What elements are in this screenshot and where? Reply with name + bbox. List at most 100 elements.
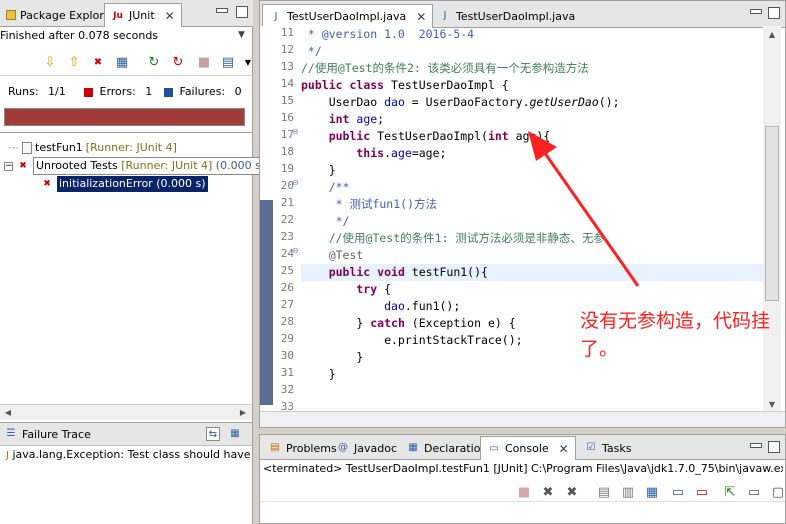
code-line: e.printStackTrace();: [301, 333, 523, 347]
close-icon[interactable]: ✕: [416, 10, 426, 24]
tab-tasks[interactable]: ☑ Tasks: [578, 436, 637, 460]
tree-horizontal-scrollbar[interactable]: ◀ ▶: [0, 404, 252, 420]
tab-label: Tasks: [602, 441, 632, 455]
code-line: /**: [301, 180, 350, 194]
previous-failure-icon[interactable]: ⇧: [66, 54, 82, 70]
junit-toolbar: ⇩ ⇧ ✖ ▦ ↻ ↻ ■ ▤ ▼: [0, 48, 252, 76]
scroll-lock-icon[interactable]: ▥: [620, 484, 636, 500]
tab-package-explorer[interactable]: Package Explorer: [0, 3, 121, 27]
tree-item-initialization-error[interactable]: ✖ initializationError (0.000 s): [40, 176, 208, 192]
line-number: 21: [280, 196, 294, 209]
maximize-icon[interactable]: [768, 7, 780, 19]
maximize-icon[interactable]: [236, 6, 248, 18]
runs-counter: Runs: 1/1: [8, 85, 66, 98]
fold-icon[interactable]: ⊖: [292, 127, 300, 136]
collapse-icon[interactable]: −: [4, 161, 13, 171]
minimize-icon[interactable]: [750, 443, 762, 448]
scroll-right-icon[interactable]: ▶: [236, 406, 250, 420]
editor-tab-active[interactable]: J TestUserDaoImpl.java ✕: [262, 4, 434, 28]
scroll-lock-icon[interactable]: ▦: [114, 54, 130, 70]
remove-all-terminated-icon[interactable]: ✖: [564, 484, 580, 500]
java-file-icon: J: [274, 10, 278, 22]
tree-item-runner: [Runner: JUnit 4]: [121, 159, 213, 172]
show-error-icon[interactable]: ▭: [694, 484, 710, 500]
tree-item-label: initializationError (0.000 s): [57, 176, 208, 192]
junit-counters: Runs: 1/1 Errors: 1 Failures: 0: [0, 80, 252, 102]
javadoc-icon: @: [338, 442, 348, 453]
quick-diff-ruler: [260, 200, 273, 405]
scroll-down-icon[interactable]: ▼: [765, 398, 779, 412]
code-line: public TestUserDaoImpl(int age){: [301, 129, 551, 143]
minimize-icon[interactable]: [216, 8, 228, 13]
console-icon: ▭: [489, 442, 499, 454]
errors-value: 1: [145, 85, 153, 98]
code-line: UserDao dao = UserDaoFactory.getUserDao(…: [301, 95, 620, 109]
code-line: public class TestUserDaoImpl {: [301, 78, 509, 92]
errors-counter: Errors: 1: [84, 85, 152, 98]
code-line: }: [301, 367, 336, 381]
rerun-test-icon[interactable]: ↻: [146, 54, 162, 70]
code-line: */: [301, 214, 350, 228]
console-tabbar: ▤ Problems @ Javadoc ▦ Declaration ▭ Con…: [260, 435, 785, 460]
console-toolbar: ■ ✖ ✖ ▤ ▥ ▦ ▭ ▭ ⇱ ▭ ▢: [260, 478, 785, 502]
tree-item-testfun1[interactable]: ⋯ testFun1 [Runner: JUnit 4]: [8, 140, 177, 156]
tab-label: TestUserDaoImpl.java: [456, 9, 576, 23]
package-explorer-icon: [6, 10, 16, 20]
junit-status-text: Finished after 0.078 seconds: [0, 29, 159, 42]
test-run-history-icon[interactable]: ▤: [220, 54, 236, 70]
rerun-failed-first-icon[interactable]: ↻: [170, 54, 186, 70]
line-number: 29: [280, 332, 294, 345]
show-failures-only-icon[interactable]: ✖: [90, 54, 106, 70]
tab-junit[interactable]: Ju JUnit ✕: [104, 3, 182, 27]
maximize-icon[interactable]: [768, 441, 780, 453]
error-icon: [84, 87, 93, 97]
editor-tab-inactive[interactable]: J TestUserDaoImpl.java: [432, 4, 581, 28]
scroll-up-icon[interactable]: ▲: [765, 28, 779, 42]
line-number: 28: [280, 315, 294, 328]
line-number: 22: [280, 213, 294, 226]
next-failure-icon[interactable]: ⇩: [42, 54, 58, 70]
pin-console-icon[interactable]: ⇱: [722, 484, 738, 500]
clear-console-icon[interactable]: ▤: [596, 484, 612, 500]
declaration-icon: ▦: [408, 442, 418, 453]
tree-item-unrooted-tests[interactable]: − ✖ Unrooted Tests [Runner: JUnit 4] (0.…: [4, 157, 269, 175]
scroll-left-icon[interactable]: ◀: [1, 406, 15, 420]
tab-label: Declaration: [424, 441, 488, 455]
display-console-icon[interactable]: ▭: [746, 484, 762, 500]
close-icon[interactable]: ✕: [559, 442, 569, 456]
view-menu-icon[interactable]: ▼: [238, 30, 245, 40]
close-icon[interactable]: ✕: [165, 9, 175, 23]
tab-javadoc[interactable]: @ Javadoc: [330, 436, 403, 460]
test-error-icon: ✖: [43, 179, 51, 189]
stop-icon[interactable]: ■: [196, 54, 212, 70]
show-console-icon[interactable]: ▭: [670, 484, 686, 500]
runs-label: Runs:: [8, 85, 39, 98]
word-wrap-icon[interactable]: ▦: [644, 484, 660, 500]
tree-item-runner: [Runner: JUnit 4]: [85, 141, 177, 154]
java-editor: J TestUserDaoImpl.java ✕ J TestUserDaoIm…: [259, 0, 786, 428]
tree-line: ⋯: [8, 141, 19, 154]
chevron-down-icon[interactable]: ▼: [240, 54, 256, 70]
compare-icon[interactable]: ▦: [228, 427, 242, 441]
test-suite-icon: [22, 142, 32, 154]
line-number: 11: [280, 26, 294, 39]
code-line: }: [301, 163, 336, 177]
exception-icon: J: [6, 450, 9, 461]
editor-horizontal-scrollbar[interactable]: [260, 411, 785, 427]
code-line: this.age=age;: [301, 146, 447, 160]
open-console-icon[interactable]: ▢: [770, 484, 786, 500]
fold-icon[interactable]: ⊖: [292, 246, 300, 255]
fold-icon[interactable]: ⊖: [292, 178, 300, 187]
failure-trace-line[interactable]: J java.lang.Exception: Test class should…: [6, 448, 252, 461]
line-number: 24: [280, 247, 294, 260]
filter-stack-icon[interactable]: ⇆: [206, 427, 220, 441]
scrollbar-thumb[interactable]: [765, 126, 779, 301]
code-line: //使用@Test的条件1: 测试方法必须是非静态、无参: [301, 231, 605, 245]
remove-launch-icon[interactable]: ✖: [540, 484, 556, 500]
code-line: int age;: [301, 112, 385, 126]
tab-console[interactable]: ▭ Console ✕: [480, 436, 576, 460]
line-number: 25: [280, 264, 294, 277]
terminate-icon[interactable]: ■: [516, 484, 532, 500]
console-view: ▤ Problems @ Javadoc ▦ Declaration ▭ Con…: [259, 434, 786, 524]
minimize-icon[interactable]: [750, 9, 762, 14]
